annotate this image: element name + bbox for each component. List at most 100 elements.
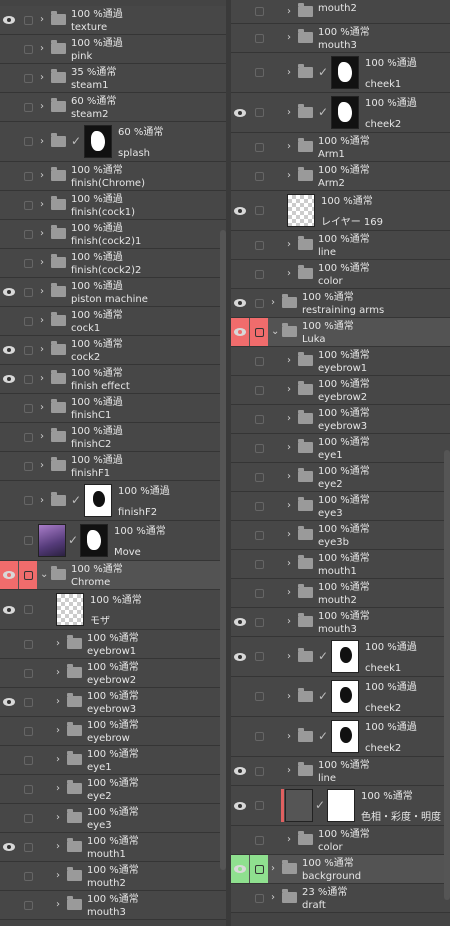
chevron-right-icon[interactable]: › [40,373,44,385]
layer-row[interactable]: › 100 %通常 eyebrow2 [0,659,226,688]
chevron-right-icon[interactable]: › [287,587,291,599]
layer-row[interactable]: › 100 %通常 eyebrow [0,717,226,746]
chevron-right-icon[interactable]: › [40,315,44,327]
lock-toggle[interactable] [250,521,268,549]
layer-row[interactable]: › 100 %通常 eye2 [0,775,226,804]
layer-row[interactable]: › 100 %通常 restraining arms [231,289,450,318]
visibility-toggle[interactable] [231,757,249,785]
visibility-toggle[interactable] [0,423,18,451]
visibility-toggle[interactable] [231,608,249,636]
chevron-right-icon[interactable]: › [40,495,44,507]
chevron-right-icon[interactable]: › [287,413,291,425]
lock-toggle[interactable] [19,521,37,560]
visibility-toggle[interactable] [0,307,18,335]
chevron-right-icon[interactable]: › [56,696,60,708]
lock-toggle[interactable] [250,884,268,912]
visibility-toggle[interactable] [231,637,249,676]
chevron-right-icon[interactable]: › [56,754,60,766]
layer-row[interactable]: › 100 %通常 mouth3 [231,608,450,637]
visibility-toggle[interactable] [0,688,18,716]
layer-row[interactable]: › 100 %通常 eye3 [0,804,226,833]
layer-row[interactable]: › 100 %通常 eye2 [231,463,450,492]
lock-toggle[interactable] [19,804,37,832]
lock-toggle[interactable] [250,191,268,230]
layer-row[interactable]: › ✓ 100 %通過 cheek1 [231,53,450,93]
lock-toggle[interactable] [250,289,268,317]
layer-row[interactable]: › 100 %通常 mouth2 [231,579,450,608]
visibility-toggle[interactable] [0,278,18,306]
lock-toggle[interactable] [19,688,37,716]
lock-toggle[interactable] [19,249,37,277]
chevron-right-icon[interactable]: › [287,442,291,454]
layer-row[interactable]: › 100 %通常 finish effect [0,365,226,394]
lock-toggle[interactable] [250,347,268,375]
chevron-right-icon[interactable]: › [40,72,44,84]
chevron-right-icon[interactable]: › [271,297,275,309]
lock-toggle[interactable] [250,757,268,785]
layer-row[interactable]: › mouth2 [231,0,450,24]
layer-row[interactable]: › 100 %通常 line [231,231,450,260]
layer-row[interactable]: ✓ 100 %通常 色相・彩度・明度 [231,786,450,826]
layer-row[interactable]: › 100 %通常 finish(Chrome) [0,162,226,191]
visibility-toggle[interactable] [231,231,249,259]
lock-toggle[interactable] [250,93,268,132]
visibility-toggle[interactable] [0,162,18,190]
layer-row[interactable]: › 100 %通常 eyebrow1 [0,630,226,659]
layer-row[interactable]: › 100 %通常 line [231,757,450,786]
chevron-right-icon[interactable]: › [56,638,60,650]
layer-row[interactable]: › 100 %通常 background [231,855,450,884]
chevron-right-icon[interactable]: › [40,136,44,148]
lock-toggle[interactable] [19,630,37,658]
visibility-toggle[interactable] [0,862,18,890]
lock-toggle[interactable] [19,278,37,306]
chevron-right-icon[interactable]: › [287,67,291,79]
layer-row[interactable]: › 100 %通過 finish(cock2)1 [0,220,226,249]
lock-toggle[interactable] [250,260,268,288]
layer-row[interactable]: › 100 %通常 color [231,826,450,855]
lock-toggle[interactable] [19,833,37,861]
visibility-toggle[interactable] [0,590,18,629]
layer-row[interactable]: 100 %通常 モザ [0,590,226,630]
lock-toggle[interactable] [19,191,37,219]
layer-row[interactable]: › 100 %通常 mouth1 [0,833,226,862]
visibility-toggle[interactable] [0,122,18,161]
layer-row[interactable]: › 100 %通常 mouth3 [0,891,226,920]
lock-toggle[interactable] [19,452,37,480]
chevron-down-icon[interactable]: ⌄ [40,569,48,581]
visibility-toggle[interactable] [0,521,18,560]
lock-toggle[interactable] [19,365,37,393]
lock-toggle[interactable] [250,463,268,491]
visibility-toggle[interactable] [0,64,18,92]
chevron-down-icon[interactable]: ⌄ [271,326,279,338]
lock-toggle[interactable] [19,891,37,919]
visibility-toggle[interactable] [0,452,18,480]
lock-toggle[interactable] [250,24,268,52]
chevron-right-icon[interactable]: › [287,384,291,396]
visibility-toggle[interactable] [231,434,249,462]
layer-row[interactable]: › 100 %通常 eye3b [231,521,450,550]
visibility-toggle[interactable] [0,746,18,774]
chevron-right-icon[interactable]: › [40,431,44,443]
visibility-toggle[interactable] [231,24,249,52]
visibility-toggle[interactable] [0,249,18,277]
layer-row[interactable]: 100 %通常 レイヤー 169 [231,191,450,231]
layer-row[interactable]: › 100 %通過 finishF1 [0,452,226,481]
layer-row[interactable]: › 100 %通常 cock1 [0,307,226,336]
layer-row[interactable]: › 100 %通常 mouth1 [231,550,450,579]
lock-toggle[interactable] [19,659,37,687]
chevron-right-icon[interactable]: › [40,43,44,55]
visibility-toggle[interactable] [0,717,18,745]
chevron-right-icon[interactable]: › [56,667,60,679]
chevron-right-icon[interactable]: › [287,529,291,541]
visibility-toggle[interactable] [231,191,249,230]
lock-toggle[interactable] [250,826,268,854]
visibility-toggle[interactable] [231,463,249,491]
lock-toggle[interactable] [19,590,37,629]
layer-row[interactable]: › 100 %通常 Arm1 [231,133,450,162]
chevron-right-icon[interactable]: › [287,558,291,570]
chevron-right-icon[interactable]: › [287,691,291,703]
layer-row[interactable]: › 100 %通常 eye1 [0,746,226,775]
lock-toggle[interactable] [19,561,37,589]
visibility-toggle[interactable] [231,855,249,883]
chevron-right-icon[interactable]: › [287,500,291,512]
